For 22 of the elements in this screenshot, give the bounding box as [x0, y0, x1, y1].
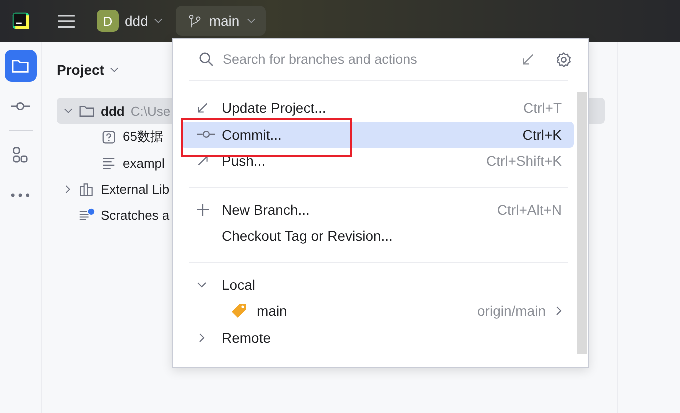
- tree-label: ddd: [101, 104, 125, 118]
- tree-label: 65数据: [123, 128, 164, 146]
- shortcut-text: Ctrl+Shift+K: [486, 153, 562, 170]
- branch-group-label: Local: [222, 276, 256, 293]
- menu-item-label: Checkout Tag or Revision...: [222, 228, 394, 244]
- folder-path: C:\Use: [130, 104, 171, 118]
- project-badge: D: [97, 10, 119, 32]
- branch-name: main: [257, 303, 288, 320]
- project-name: ddd: [125, 13, 148, 29]
- menu-item-label: Update Project...: [222, 100, 328, 116]
- menu-item-label: Push...: [222, 153, 267, 170]
- branch-name: main: [209, 13, 240, 29]
- shortcut-text: Ctrl+T: [524, 100, 562, 116]
- tracking-branch: origin/main: [478, 303, 546, 320]
- tree-label: External Lib: [101, 182, 170, 196]
- tree-label: exampl: [123, 156, 165, 170]
- shortcut-text: Ctrl+K: [522, 126, 562, 143]
- branch-group-label: Remote: [222, 330, 272, 346]
- shortcut-text: Ctrl+Alt+N: [497, 202, 562, 218]
- menu-item-label: Commit...: [222, 126, 283, 143]
- menu-item-label: New Branch...: [222, 202, 311, 218]
- tree-label: Scratches a: [101, 208, 170, 222]
